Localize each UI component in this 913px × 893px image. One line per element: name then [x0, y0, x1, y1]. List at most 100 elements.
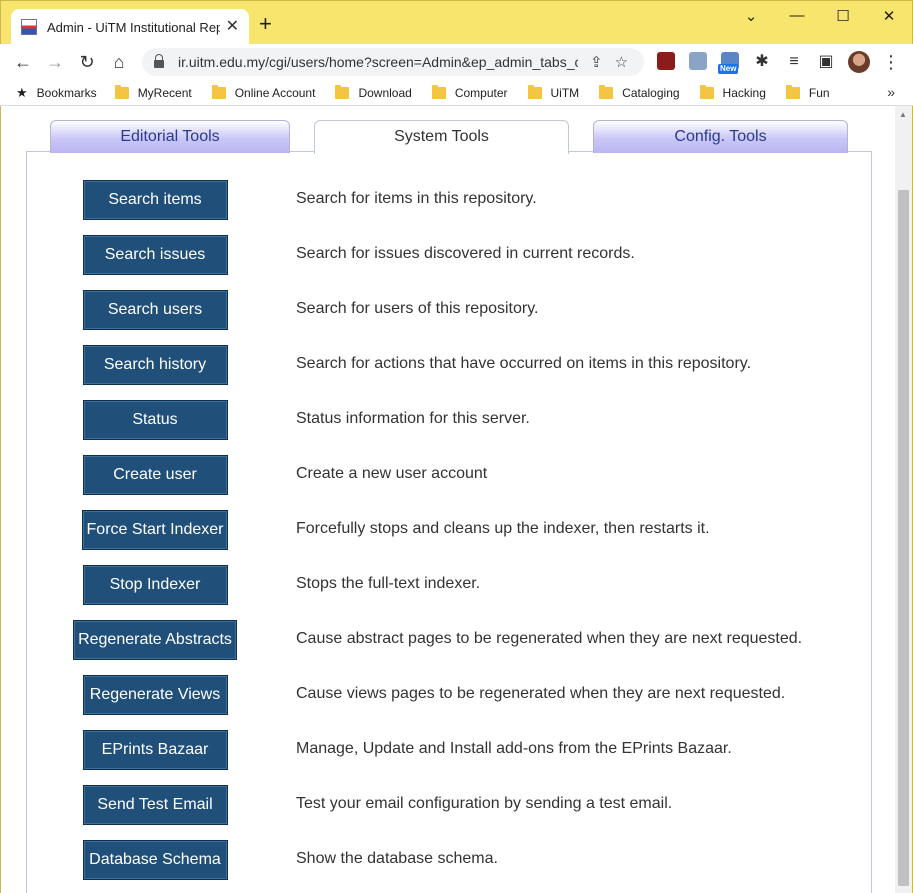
- tool-row-database-schema: Database Schema Show the database schema.: [27, 840, 873, 880]
- search-items-button[interactable]: Search items: [82, 180, 228, 220]
- bookmark-label: Download: [358, 85, 412, 100]
- close-window-icon[interactable]: ✕: [879, 7, 899, 25]
- minimize-icon[interactable]: —: [787, 7, 807, 24]
- folder-icon: [211, 84, 226, 99]
- regenerate-abstracts-button[interactable]: Regenerate Abstracts: [73, 620, 237, 660]
- side-panel-icon[interactable]: ▣: [815, 51, 837, 73]
- regenerate-views-description: Cause views pages to be regenerated when…: [296, 685, 786, 702]
- tool-row-search-users: Search users Search for users of this rep…: [27, 290, 873, 330]
- search-issues-description: Search for issues discovered in current …: [296, 245, 635, 262]
- tool-row-regenerate-abstracts: Regenerate Abstracts Cause abstract pages…: [27, 620, 873, 660]
- database-schema-button[interactable]: Database Schema: [82, 840, 228, 880]
- maximize-icon[interactable]: ☐: [833, 7, 853, 25]
- create-user-description: Create a new user account: [296, 465, 488, 482]
- tab-editorial-tools[interactable]: Editorial Tools: [50, 120, 290, 153]
- scroll-up-icon[interactable]: ▲: [899, 110, 907, 119]
- bookmark-cataloging[interactable]: Cataloging: [599, 84, 680, 100]
- back-icon[interactable]: ←: [12, 51, 34, 73]
- bookmark-bookmarks[interactable]: ★ Bookmarks: [16, 85, 97, 101]
- folder-icon: [599, 84, 614, 99]
- bookmarks-more-icon[interactable]: »: [887, 84, 895, 100]
- bookmark-uitm[interactable]: UiTM: [527, 84, 580, 100]
- database-schema-description: Show the database schema.: [296, 850, 498, 867]
- reload-icon[interactable]: ↻: [76, 51, 98, 73]
- stop-indexer-description: Stops the full-text indexer.: [296, 575, 481, 592]
- tab-system-tools[interactable]: System Tools: [314, 120, 569, 154]
- share-icon[interactable]: ⇪: [590, 53, 603, 71]
- tool-row-create-user: Create user Create a new user account: [27, 455, 873, 495]
- search-history-button[interactable]: Search history: [82, 345, 228, 385]
- tab-config-tools[interactable]: Config. Tools: [593, 120, 848, 153]
- bookmark-download[interactable]: Download: [335, 84, 412, 100]
- tool-row-search-items: Search items Search for items in this rep…: [27, 180, 873, 220]
- folder-icon: [431, 84, 446, 99]
- status-description: Status information for this server.: [296, 410, 530, 427]
- bookmark-label: Bookmarks: [36, 85, 97, 100]
- close-tab-icon[interactable]: ✕: [226, 19, 239, 35]
- status-button[interactable]: Status: [82, 400, 228, 440]
- bookmark-hacking[interactable]: Hacking: [699, 84, 766, 100]
- star-icon: ★: [16, 84, 28, 100]
- repository-favicon-icon: [21, 19, 37, 35]
- new-tab-button[interactable]: +: [259, 13, 272, 35]
- bookmark-fun[interactable]: Fun: [785, 84, 830, 100]
- bookmark-label: Computer: [454, 85, 508, 100]
- menu-kebab-icon[interactable]: ⋮: [880, 51, 902, 73]
- url-text[interactable]: ir.uitm.edu.my/cgi/users/home?screen=Adm…: [178, 54, 578, 70]
- folder-icon: [785, 84, 800, 99]
- tool-row-regenerate-views: Regenerate Views Cause views pages to be …: [27, 675, 873, 715]
- tool-row-send-test-email: Send Test Email Test your email configura…: [27, 785, 873, 825]
- bookmark-online-account[interactable]: Online Account: [211, 84, 316, 100]
- bookmark-label: Hacking: [722, 85, 766, 100]
- profile-avatar[interactable]: [848, 51, 870, 73]
- extensions-puzzle-icon[interactable]: ✱: [751, 51, 773, 73]
- bookmarks-bar: ★ Bookmarks MyRecent Online Account Download…: [0, 80, 913, 106]
- search-items-description: Search for items in this repository.: [296, 190, 537, 207]
- search-users-button[interactable]: Search users: [82, 290, 228, 330]
- page-viewport: Search items Search for items in this rep…: [0, 106, 913, 893]
- search-issues-button[interactable]: Search issues: [82, 235, 228, 275]
- stop-indexer-button[interactable]: Stop Indexer: [82, 565, 228, 605]
- bookmark-label: Fun: [808, 85, 830, 100]
- bookmark-label: Cataloging: [622, 85, 680, 100]
- new-badge: New: [718, 64, 739, 74]
- bookmark-label: UiTM: [550, 85, 580, 100]
- media-queue-icon[interactable]: ≡: [783, 51, 805, 73]
- eprints-bazaar-description: Manage, Update and Install add-ons from …: [296, 740, 732, 757]
- admin-tools-panel: Search items Search for items in this rep…: [26, 151, 872, 893]
- bookmark-star-icon[interactable]: ☆: [615, 53, 628, 71]
- tool-row-status: Status Status information for this server…: [27, 400, 873, 440]
- regenerate-abstracts-description: Cause abstract pages to be regenerated w…: [296, 630, 803, 647]
- folder-icon: [114, 84, 129, 99]
- home-icon[interactable]: ⌂: [108, 51, 130, 73]
- browser-tab[interactable]: Admin - UiTM Institutional Repository ✕: [11, 9, 249, 45]
- scrollbar-thumb[interactable]: [898, 190, 909, 886]
- folder-icon: [699, 84, 714, 99]
- send-test-email-button[interactable]: Send Test Email: [82, 785, 228, 825]
- browser-toolbar: ← → ↻ ⌂ ir.uitm.edu.my/cgi/users/home?sc…: [0, 44, 913, 80]
- force-start-indexer-description: Forcefully stops and cleans up the index…: [296, 520, 710, 537]
- bookmark-myrecent[interactable]: MyRecent: [114, 84, 192, 100]
- browser-title-bar: Admin - UiTM Institutional Repository ✕ …: [0, 0, 913, 45]
- search-users-description: Search for users of this repository.: [296, 300, 539, 317]
- tool-row-eprints-bazaar: EPrints Bazaar Manage, Update and Install…: [27, 730, 873, 770]
- bookmark-label: Online Account: [234, 85, 316, 100]
- bookmark-computer[interactable]: Computer: [431, 84, 508, 100]
- lock-icon[interactable]: [154, 54, 164, 68]
- tool-row-search-history: Search history Search for actions that ha…: [27, 345, 873, 385]
- tab-title: Admin - UiTM Institutional Repository: [47, 19, 220, 35]
- tool-row-stop-indexer: Stop Indexer Stops the full-text indexer.: [27, 565, 873, 605]
- search-history-description: Search for actions that have occurred on…: [296, 355, 752, 372]
- extension-book-icon[interactable]: [689, 52, 707, 70]
- vertical-scrollbar[interactable]: ▲: [895, 106, 912, 893]
- regenerate-views-button[interactable]: Regenerate Views: [82, 675, 228, 715]
- forward-icon[interactable]: →: [44, 51, 66, 73]
- address-bar[interactable]: ir.uitm.edu.my/cgi/users/home?screen=Adm…: [142, 48, 644, 76]
- force-start-indexer-button[interactable]: Force Start Indexer: [82, 510, 228, 550]
- eprints-bazaar-button[interactable]: EPrints Bazaar: [82, 730, 228, 770]
- tool-row-search-issues: Search issues Search for issues discovere…: [27, 235, 873, 275]
- chevron-down-icon[interactable]: ⌄: [741, 7, 761, 25]
- bookmark-label: MyRecent: [137, 85, 192, 100]
- extension-red-icon[interactable]: [657, 52, 675, 70]
- create-user-button[interactable]: Create user: [82, 455, 228, 495]
